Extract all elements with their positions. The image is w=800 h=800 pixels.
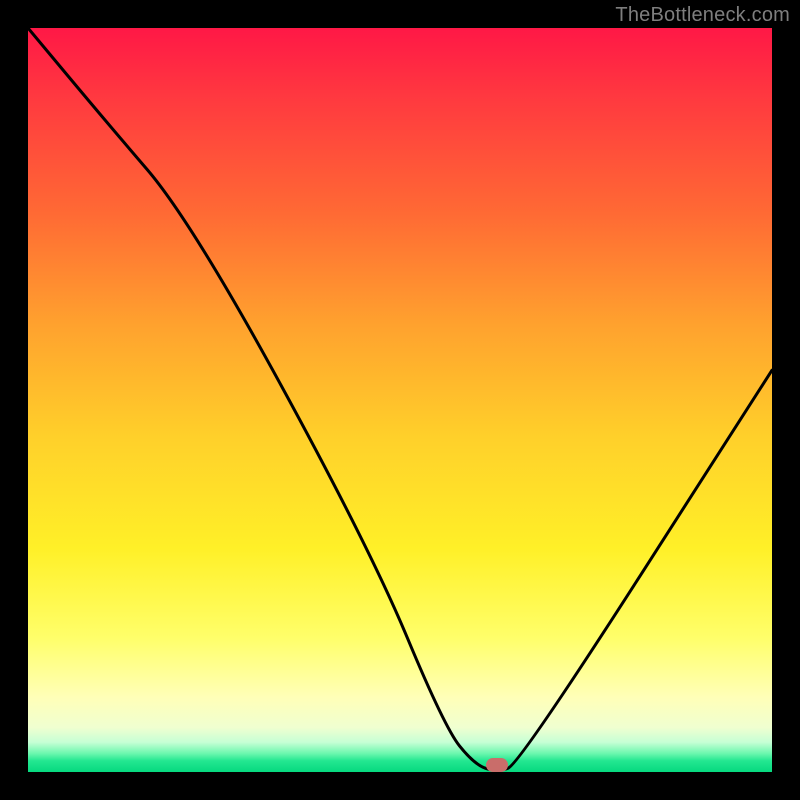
optimal-point-marker bbox=[486, 758, 508, 772]
bottleneck-curve bbox=[28, 28, 772, 772]
chart-frame: TheBottleneck.com bbox=[0, 0, 800, 800]
watermark-text: TheBottleneck.com bbox=[615, 4, 790, 27]
plot-area bbox=[28, 28, 772, 772]
